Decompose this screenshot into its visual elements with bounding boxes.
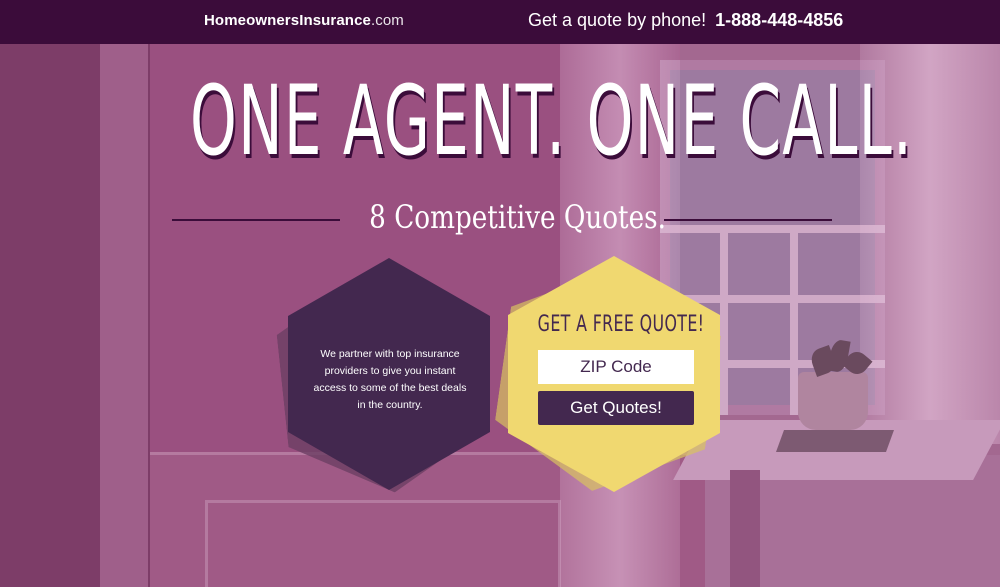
divider-left	[172, 219, 340, 221]
landing-page: HomeownersInsurance.com Get a quote by p…	[0, 0, 1000, 587]
table-leg	[730, 470, 760, 587]
logo-text-light: .com	[370, 12, 404, 29]
hero-headline: ONE AGENT. ONE CALL.	[190, 65, 914, 177]
door-frame	[100, 44, 148, 587]
info-hexagon: We partner with top insurance providers …	[288, 258, 490, 490]
mat	[775, 430, 895, 452]
plant-pot	[798, 372, 868, 430]
subheadline-row: 8 Competitive Quotes.	[172, 198, 832, 242]
quote-form-title: GET A FREE QUOTE!	[537, 312, 705, 337]
zip-code-input[interactable]	[538, 350, 694, 384]
hero-subheadline: 8 Competitive Quotes.	[369, 198, 666, 236]
get-quotes-button[interactable]: Get Quotes!	[538, 391, 694, 425]
site-logo[interactable]: HomeownersInsurance.com	[204, 12, 404, 29]
logo-text-strong: HomeownersInsurance	[204, 12, 371, 29]
phone-cta: Get a quote by phone! 1-888-448-4856	[528, 10, 843, 31]
divider-right	[664, 219, 832, 221]
quote-hexagon: GET A FREE QUOTE! Get Quotes!	[508, 256, 720, 492]
wall-panel	[205, 500, 561, 587]
phone-number-link[interactable]: 1-888-448-4856	[715, 10, 843, 30]
top-bar: HomeownersInsurance.com Get a quote by p…	[0, 0, 1000, 44]
phone-label: Get a quote by phone!	[528, 10, 707, 30]
info-text: We partner with top insurance providers …	[313, 348, 467, 411]
